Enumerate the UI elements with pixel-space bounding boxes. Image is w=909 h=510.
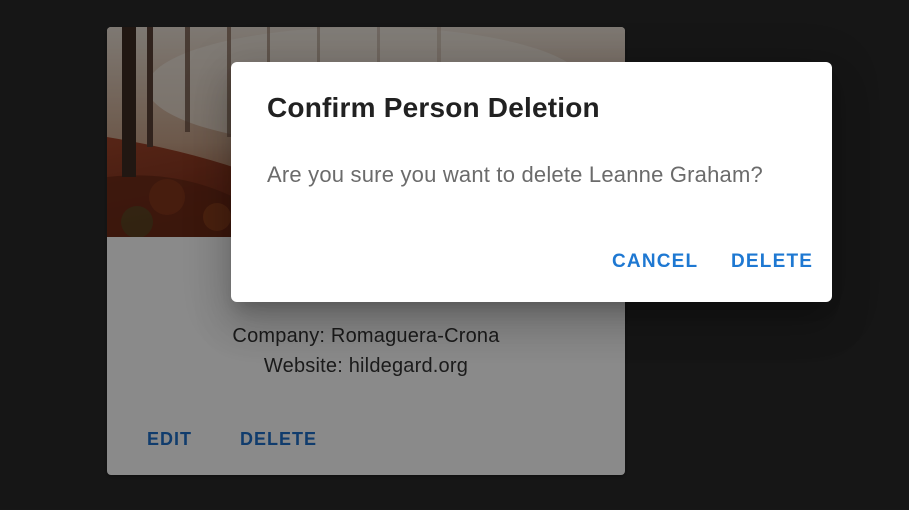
- cancel-button[interactable]: CANCEL: [612, 251, 698, 273]
- dialog-title: Confirm Person Deletion: [267, 92, 600, 123]
- app-stage: Company: Romaguera-Crona Website: hildeg…: [0, 0, 909, 510]
- confirm-delete-button[interactable]: DELETE: [731, 251, 813, 273]
- confirm-delete-dialog: Confirm Person Deletion Are you sure you…: [231, 62, 832, 302]
- dialog-message: Are you sure you want to delete Leanne G…: [267, 162, 763, 187]
